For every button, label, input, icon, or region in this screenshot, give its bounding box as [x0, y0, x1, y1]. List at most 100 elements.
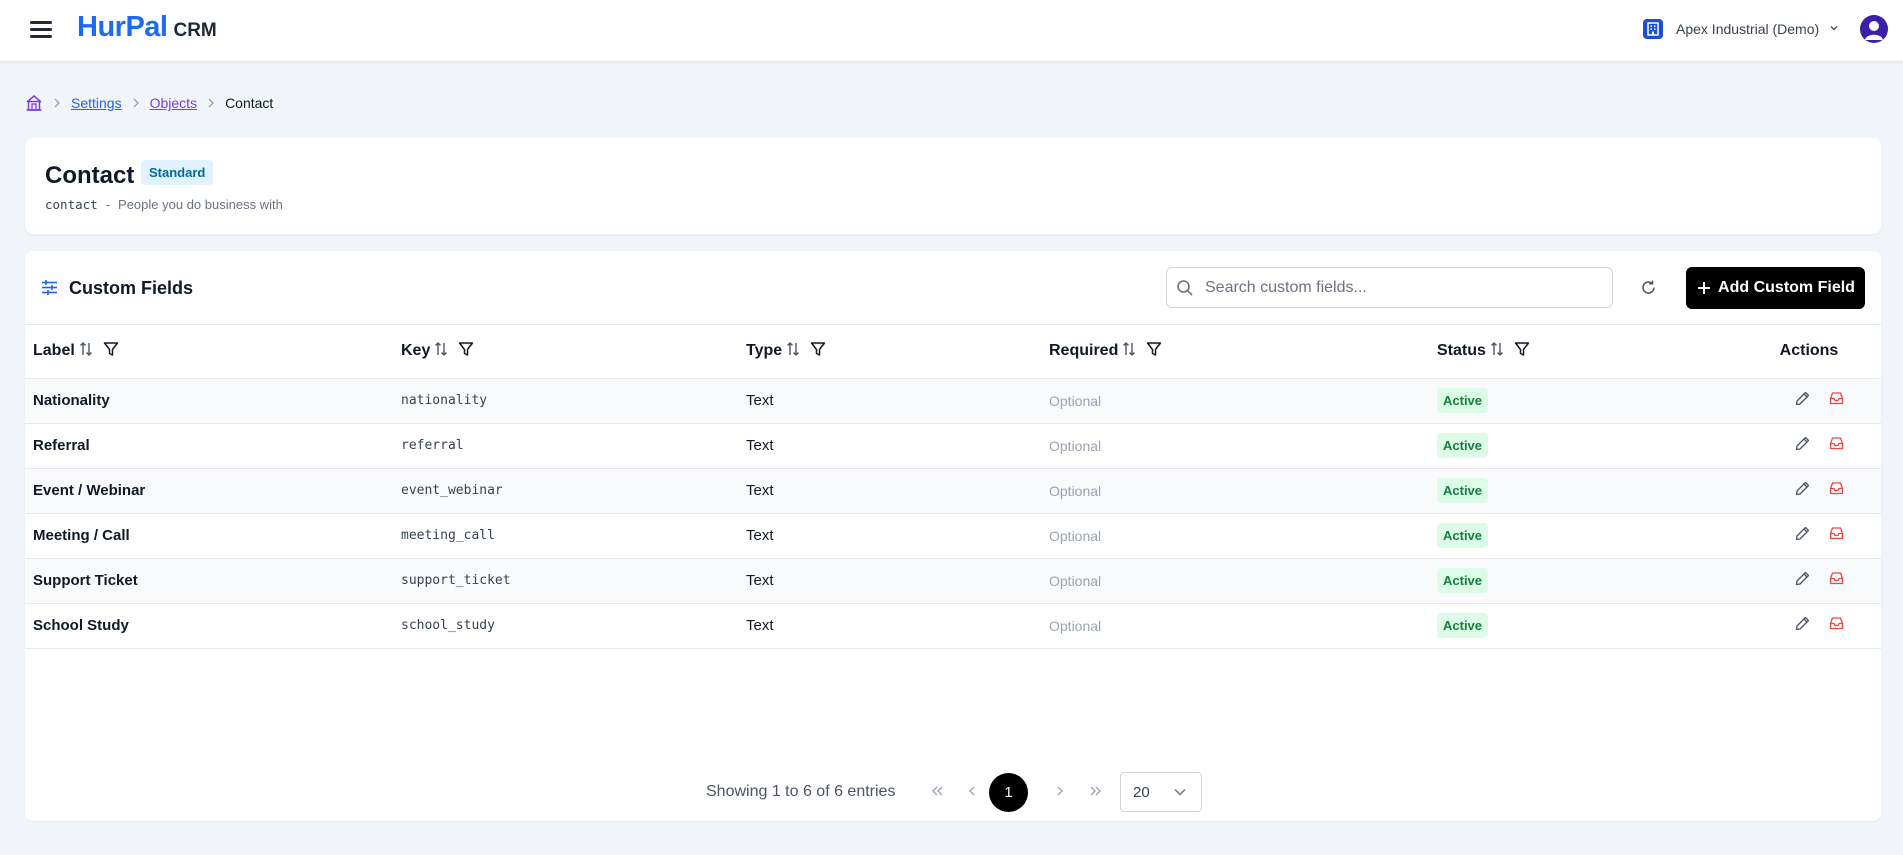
breadcrumb: Settings Objects Contact	[25, 94, 273, 112]
field-label: School Study	[25, 603, 401, 649]
field-key: event_webinar	[401, 468, 746, 514]
field-status-cell: Active	[1437, 378, 1737, 424]
object-header-card: Contact Standard contact - People you do…	[25, 138, 1881, 234]
field-label: Event / Webinar	[25, 468, 401, 514]
edit-icon[interactable]	[1795, 571, 1810, 586]
field-actions	[1737, 378, 1881, 424]
search-icon	[1176, 279, 1194, 297]
menu-icon[interactable]	[30, 21, 52, 39]
custom-fields-header: Custom Fields Add Custom Field	[25, 251, 1881, 325]
sort-icon[interactable]	[434, 341, 448, 362]
field-actions	[1737, 513, 1881, 559]
archive-icon[interactable]	[1829, 526, 1844, 541]
table-row[interactable]: School Study school_study Text Optional Acti…	[25, 603, 1881, 649]
field-required: Optional	[1049, 423, 1437, 469]
column-required-text: Required	[1049, 342, 1119, 360]
column-key-text: Key	[401, 342, 431, 360]
field-status-cell: Active	[1437, 558, 1737, 604]
double-chevron-right-icon[interactable]	[1087, 782, 1105, 800]
org-switcher[interactable]: Apex Industrial (Demo)	[1643, 19, 1839, 39]
chevron-right-icon	[53, 96, 61, 111]
table-row[interactable]: Meeting / Call meeting_call Text Optional Ac…	[25, 513, 1881, 559]
field-label: Nationality	[25, 378, 401, 424]
field-key: support_ticket	[401, 558, 746, 604]
chevron-down-icon	[1173, 785, 1187, 804]
archive-icon[interactable]	[1829, 616, 1844, 631]
double-chevron-left-icon[interactable]	[928, 782, 946, 800]
pagination: Showing 1 to 6 of 6 entries 1 20	[25, 771, 1881, 812]
field-label: Support Ticket	[25, 558, 401, 604]
edit-icon[interactable]	[1795, 436, 1810, 451]
column-header-type: Type	[746, 325, 1049, 379]
column-header-key: Key	[401, 325, 746, 379]
column-status-text: Status	[1437, 342, 1486, 360]
user-avatar-icon[interactable]	[1860, 15, 1888, 43]
field-required: Optional	[1049, 468, 1437, 514]
archive-icon[interactable]	[1829, 571, 1844, 586]
add-custom-field-button[interactable]: Add Custom Field	[1686, 267, 1865, 309]
search-input[interactable]	[1205, 268, 1605, 307]
custom-fields-card: Custom Fields Add Custom Field Label	[25, 251, 1881, 821]
status-badge: Active	[1437, 523, 1489, 548]
filter-icon[interactable]	[103, 341, 119, 362]
refresh-icon[interactable]	[1640, 279, 1657, 296]
field-status-cell: Active	[1437, 513, 1737, 559]
chevron-right-icon	[207, 96, 215, 111]
field-type: Text	[746, 558, 1049, 604]
filter-icon[interactable]	[810, 341, 826, 362]
edit-icon[interactable]	[1795, 616, 1810, 631]
filter-icon[interactable]	[1146, 341, 1162, 362]
sort-icon[interactable]	[79, 341, 93, 362]
column-label-text: Label	[33, 342, 75, 360]
chevron-left-icon[interactable]	[963, 782, 981, 800]
table-row[interactable]: Referral referral Text Optional Active	[25, 423, 1881, 469]
chevron-right-icon	[132, 96, 140, 111]
field-required: Optional	[1049, 558, 1437, 604]
breadcrumb-settings[interactable]: Settings	[71, 95, 122, 111]
field-required: Optional	[1049, 378, 1437, 424]
edit-icon[interactable]	[1795, 391, 1810, 406]
archive-icon[interactable]	[1829, 436, 1844, 451]
chevron-right-icon[interactable]	[1051, 782, 1069, 800]
field-key: nationality	[401, 378, 746, 424]
object-subtitle: contact - People you do business with	[45, 197, 283, 212]
object-description: People you do business with	[118, 197, 283, 212]
table-row[interactable]: Support Ticket support_ticket Text Optional…	[25, 558, 1881, 604]
breadcrumb-objects[interactable]: Objects	[150, 95, 197, 111]
logo[interactable]: HurPal CRM	[77, 11, 217, 44]
sort-icon[interactable]	[786, 341, 800, 362]
sort-icon[interactable]	[1490, 341, 1504, 362]
filter-icon[interactable]	[458, 341, 474, 362]
search-box	[1166, 267, 1613, 308]
building-icon	[1643, 19, 1663, 39]
field-actions	[1737, 468, 1881, 514]
field-status-cell: Active	[1437, 468, 1737, 514]
section-title: Custom Fields	[69, 278, 194, 298]
edit-icon[interactable]	[1795, 481, 1810, 496]
column-header-status: Status	[1437, 325, 1737, 379]
filter-icon[interactable]	[1514, 341, 1530, 362]
field-required: Optional	[1049, 603, 1437, 649]
table-row[interactable]: Nationality nationality Text Optional Active	[25, 378, 1881, 424]
home-icon[interactable]	[25, 94, 43, 112]
page-size-select[interactable]: 20	[1120, 772, 1202, 812]
page-button-current[interactable]: 1	[989, 773, 1028, 812]
status-badge: Active	[1437, 478, 1489, 503]
custom-fields-table: Label Key Type Required Status Actions N…	[25, 325, 1881, 649]
field-type: Text	[746, 513, 1049, 559]
status-badge: Active	[1437, 613, 1489, 638]
logo-sub: CRM	[173, 20, 217, 41]
field-actions	[1737, 558, 1881, 604]
archive-icon[interactable]	[1829, 391, 1844, 406]
pagination-info: Showing 1 to 6 of 6 entries	[706, 783, 896, 800]
field-actions	[1737, 423, 1881, 469]
edit-icon[interactable]	[1795, 526, 1810, 541]
field-key: meeting_call	[401, 513, 746, 559]
sort-icon[interactable]	[1122, 341, 1136, 362]
top-bar: HurPal CRM Apex Industrial (Demo)	[0, 0, 1903, 62]
field-type: Text	[746, 378, 1049, 424]
field-type: Text	[746, 603, 1049, 649]
archive-icon[interactable]	[1829, 481, 1844, 496]
field-type: Text	[746, 423, 1049, 469]
table-row[interactable]: Event / Webinar event_webinar Text Optional…	[25, 468, 1881, 514]
